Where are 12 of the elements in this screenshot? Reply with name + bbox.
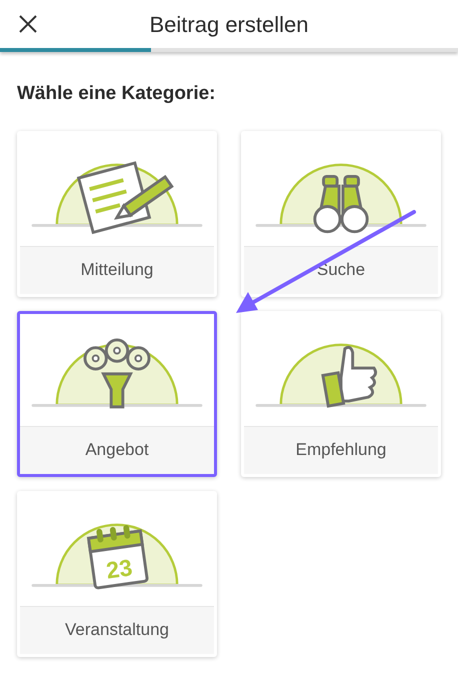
- page-title: Beitrag erstellen: [148, 10, 310, 39]
- category-card[interactable]: Angebot: [17, 310, 217, 476]
- bouquet-icon: [84, 338, 150, 408]
- note-pencil-icon: [76, 160, 174, 234]
- binoculars-icon: [313, 174, 369, 233]
- close-icon: [18, 14, 38, 34]
- category-label: Empfehlung: [296, 439, 386, 462]
- thumbs-up-icon: [321, 345, 377, 408]
- section-heading: Wähle eine Kategorie:: [16, 82, 216, 106]
- category-label: Angebot: [85, 439, 149, 462]
- category-label: Veranstaltung: [65, 619, 169, 642]
- category-label: Mitteilung: [80, 259, 154, 282]
